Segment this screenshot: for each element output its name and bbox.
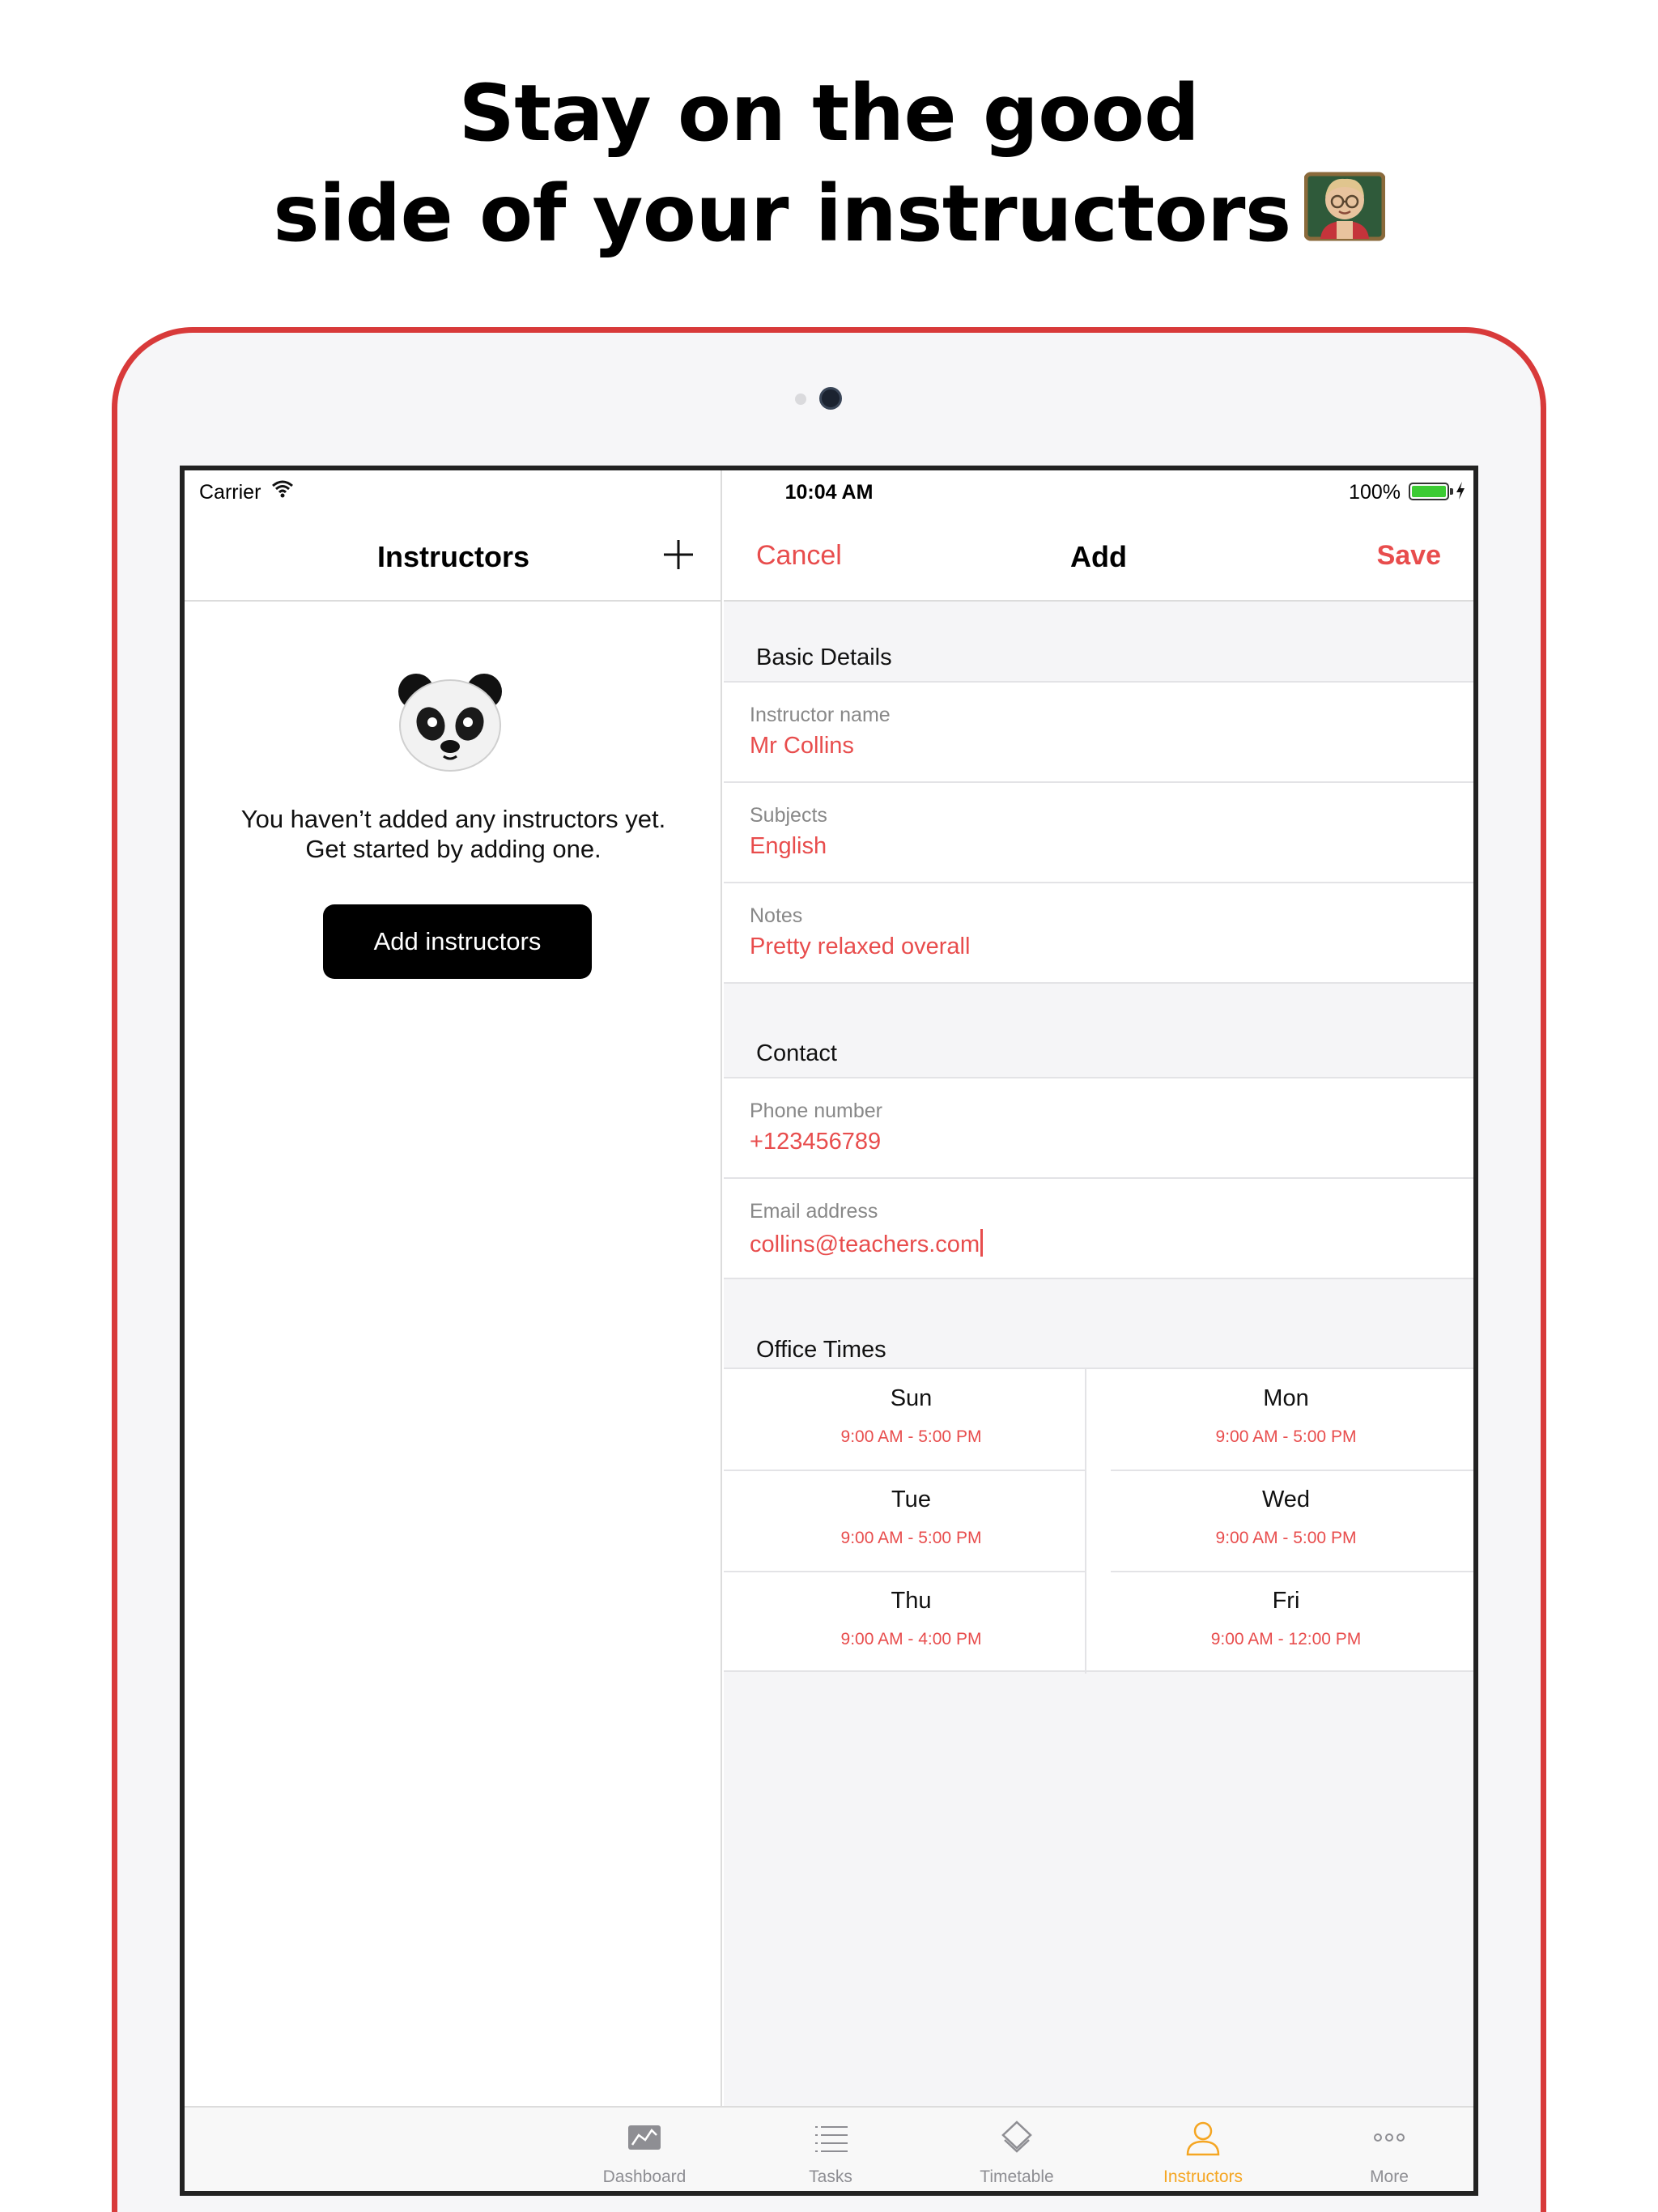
day-label: Sun bbox=[890, 1385, 933, 1411]
tab-label: Tasks bbox=[809, 2167, 852, 2186]
day-label: Wed bbox=[1261, 1487, 1311, 1512]
grid-divider bbox=[1111, 1571, 1473, 1572]
day-label: Tue bbox=[891, 1487, 931, 1512]
day-label: Fri bbox=[1272, 1588, 1300, 1614]
office-time-fri[interactable]: Fri 9:00 AM - 12:00 PM bbox=[1099, 1572, 1473, 1672]
teacher-emoji-icon bbox=[1303, 169, 1386, 247]
grid-vertical-divider bbox=[1085, 1369, 1086, 1674]
add-instructors-button[interactable]: Add instructors bbox=[323, 904, 592, 979]
sensor-dot bbox=[795, 393, 806, 405]
section-header-basic-details: Basic Details bbox=[756, 644, 892, 670]
status-bar: Carrier 10:04 AM 100% bbox=[185, 470, 1473, 513]
email-address-value-wrap: collins@teachers.com bbox=[750, 1229, 984, 1258]
subjects-value: English bbox=[750, 833, 827, 859]
charging-bolt-icon bbox=[1456, 482, 1465, 505]
detail-navigation-bar: Cancel Add Save bbox=[724, 513, 1473, 602]
tab-more[interactable]: More bbox=[1316, 2108, 1462, 2191]
layers-icon bbox=[1001, 2121, 1032, 2153]
instructor-name-label: Instructor name bbox=[750, 704, 891, 726]
front-camera bbox=[819, 387, 842, 410]
device-screen: Instructors You haven’t added any instru… bbox=[180, 466, 1478, 2196]
office-time-thu[interactable]: Thu 9:00 AM - 4:00 PM bbox=[724, 1572, 1099, 1672]
empty-state-line-1: You haven’t added any instructors yet. bbox=[240, 805, 666, 833]
detail-pane: Cancel Add Save Basic Details Instructor… bbox=[724, 470, 1473, 2108]
person-icon bbox=[1186, 2121, 1220, 2156]
section-divider bbox=[724, 1278, 1473, 1279]
tab-tasks[interactable]: Tasks bbox=[758, 2108, 903, 2191]
headline-line-1: Stay on the good bbox=[458, 68, 1200, 159]
notes-label: Notes bbox=[750, 904, 803, 927]
grid-divider bbox=[724, 1470, 1085, 1471]
tab-label: Instructors bbox=[1163, 2167, 1244, 2186]
office-time-wed[interactable]: Wed 9:00 AM - 5:00 PM bbox=[1099, 1470, 1473, 1571]
hours-label: 9:00 AM - 5:00 PM bbox=[840, 1529, 982, 1547]
hours-label: 9:00 AM - 5:00 PM bbox=[1215, 1529, 1357, 1547]
master-navigation-bar: Instructors bbox=[185, 513, 722, 602]
empty-state-message: You haven’t added any instructors yet. G… bbox=[185, 804, 722, 864]
day-label: Mon bbox=[1263, 1385, 1309, 1411]
headline-line-2-text: side of your instructors bbox=[273, 168, 1291, 259]
email-address-label: Email address bbox=[750, 1200, 878, 1223]
office-time-tue[interactable]: Tue 9:00 AM - 5:00 PM bbox=[724, 1470, 1099, 1571]
grid-divider bbox=[1111, 1470, 1473, 1471]
detail-title: Add bbox=[1070, 540, 1127, 573]
headline-line-2: side of your instructors bbox=[0, 164, 1658, 264]
section-header-office-times: Office Times bbox=[756, 1337, 886, 1363]
tab-dashboard[interactable]: Dashboard bbox=[572, 2108, 717, 2191]
section-divider bbox=[724, 982, 1473, 984]
more-icon bbox=[1374, 2133, 1405, 2142]
office-time-mon[interactable]: Mon 9:00 AM - 5:00 PM bbox=[1099, 1369, 1473, 1470]
day-label: Thu bbox=[891, 1588, 932, 1614]
office-times-grid: Sun 9:00 AM - 5:00 PM Mon 9:00 AM - 5:00… bbox=[724, 1368, 1473, 1674]
headline: Stay on the good side of your instructor… bbox=[0, 63, 1658, 264]
phone-number-value: +123456789 bbox=[750, 1129, 882, 1155]
add-instructor-plus-button[interactable] bbox=[661, 537, 696, 572]
instructor-name-value: Mr Collins bbox=[750, 733, 854, 759]
tab-timetable[interactable]: Timetable bbox=[944, 2108, 1090, 2191]
text-cursor bbox=[980, 1229, 984, 1257]
hours-label: 9:00 AM - 5:00 PM bbox=[1215, 1427, 1357, 1446]
clock-label: 10:04 AM bbox=[784, 481, 874, 504]
office-time-sun[interactable]: Sun 9:00 AM - 5:00 PM bbox=[724, 1369, 1099, 1470]
email-address-field[interactable]: Email address collins@teachers.com bbox=[724, 1177, 1473, 1278]
plus-icon bbox=[664, 540, 693, 569]
hours-label: 9:00 AM - 5:00 PM bbox=[840, 1427, 982, 1446]
phone-number-field[interactable]: Phone number +123456789 bbox=[724, 1077, 1473, 1177]
tab-label: Timetable bbox=[980, 2167, 1054, 2186]
email-address-value: collins@teachers.com bbox=[750, 1231, 980, 1257]
panda-icon bbox=[393, 667, 507, 772]
notes-field[interactable]: Notes Pretty relaxed overall bbox=[724, 882, 1473, 982]
list-icon bbox=[815, 2126, 848, 2152]
section-header-contact: Contact bbox=[756, 1040, 837, 1066]
chart-icon bbox=[628, 2125, 661, 2150]
tab-label: Dashboard bbox=[602, 2167, 687, 2186]
hours-label: 9:00 AM - 12:00 PM bbox=[1210, 1630, 1362, 1648]
notes-value: Pretty relaxed overall bbox=[750, 934, 971, 959]
subjects-label: Subjects bbox=[750, 804, 827, 827]
master-title: Instructors bbox=[376, 540, 530, 573]
tab-label: More bbox=[1370, 2167, 1409, 2186]
save-button[interactable]: Save bbox=[1377, 540, 1441, 572]
battery-icon bbox=[1409, 483, 1453, 500]
grid-divider bbox=[724, 1571, 1085, 1572]
subjects-field[interactable]: Subjects English bbox=[724, 781, 1473, 882]
tab-instructors[interactable]: Instructors bbox=[1130, 2108, 1276, 2191]
tab-bar: Dashboard Tasks Timetable Instructors Mo… bbox=[185, 2106, 1473, 2191]
instructor-name-field[interactable]: Instructor name Mr Collins bbox=[724, 681, 1473, 781]
hours-label: 9:00 AM - 4:00 PM bbox=[840, 1630, 982, 1648]
battery-percentage: 100% bbox=[1349, 481, 1401, 504]
master-pane: Instructors You haven’t added any instru… bbox=[185, 470, 722, 2106]
empty-state-line-2: Get started by adding one. bbox=[305, 835, 602, 863]
phone-number-label: Phone number bbox=[750, 1100, 883, 1122]
